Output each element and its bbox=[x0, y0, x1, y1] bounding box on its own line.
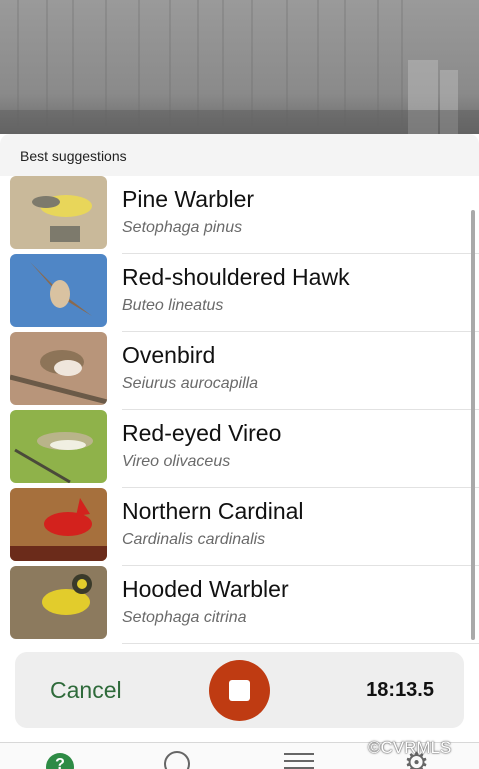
watermark: ©CVRMLS bbox=[368, 738, 452, 757]
suggestion-row[interactable]: Northern Cardinal Cardinalis cardinalis bbox=[0, 488, 479, 566]
suggestions-list: Pine Warbler Setophaga pinus Red-shoulde… bbox=[0, 176, 479, 646]
scientific-name: Buteo lineatus bbox=[122, 297, 224, 314]
spectrogram bbox=[0, 0, 479, 134]
suggestion-row[interactable]: Hooded Warbler Setophaga citrina bbox=[0, 566, 479, 644]
recording-controls: Cancel 18:13.5 bbox=[15, 652, 464, 728]
recording-timer: 18:13.5 bbox=[366, 679, 434, 701]
scientific-name: Cardinalis cardinalis bbox=[122, 531, 266, 548]
common-name: Red-eyed Vireo bbox=[122, 420, 282, 446]
cancel-button[interactable]: Cancel bbox=[50, 677, 122, 704]
row-divider bbox=[122, 643, 479, 644]
bird-thumbnail bbox=[10, 566, 107, 639]
scientific-name: Seiurus aurocapilla bbox=[122, 375, 259, 392]
list-icon[interactable] bbox=[284, 753, 314, 769]
bird-thumbnail bbox=[10, 410, 107, 483]
tab-help[interactable]: ? bbox=[46, 753, 74, 769]
best-suggestions-header: Best suggestions bbox=[0, 134, 479, 176]
bird-thumbnail bbox=[10, 254, 107, 327]
bird-thumbnail bbox=[10, 176, 107, 249]
bird-thumbnail bbox=[10, 488, 107, 561]
section-title: Best suggestions bbox=[20, 148, 127, 164]
suggestion-row[interactable]: Red-shouldered Hawk Buteo lineatus bbox=[0, 254, 479, 332]
help-icon: ? bbox=[55, 756, 65, 769]
stop-recording-button[interactable] bbox=[209, 660, 270, 721]
scientific-name: Vireo olivaceus bbox=[122, 453, 231, 470]
scientific-name: Setophaga pinus bbox=[122, 219, 243, 236]
common-name: Hooded Warbler bbox=[122, 576, 289, 602]
common-name: Ovenbird bbox=[122, 342, 216, 368]
list-scrollbar[interactable] bbox=[471, 210, 475, 640]
common-name: Northern Cardinal bbox=[122, 498, 304, 524]
stop-icon bbox=[229, 680, 250, 701]
common-name: Red-shouldered Hawk bbox=[122, 264, 350, 290]
common-name: Pine Warbler bbox=[122, 186, 255, 212]
suggestion-row[interactable]: Pine Warbler Setophaga pinus bbox=[0, 176, 479, 254]
suggestion-row[interactable]: Ovenbird Seiurus aurocapilla bbox=[0, 332, 479, 410]
suggestion-row[interactable]: Red-eyed Vireo Vireo olivaceus bbox=[0, 410, 479, 488]
search-icon[interactable] bbox=[164, 751, 190, 769]
bird-thumbnail bbox=[10, 332, 107, 405]
scientific-name: Setophaga citrina bbox=[122, 609, 247, 626]
